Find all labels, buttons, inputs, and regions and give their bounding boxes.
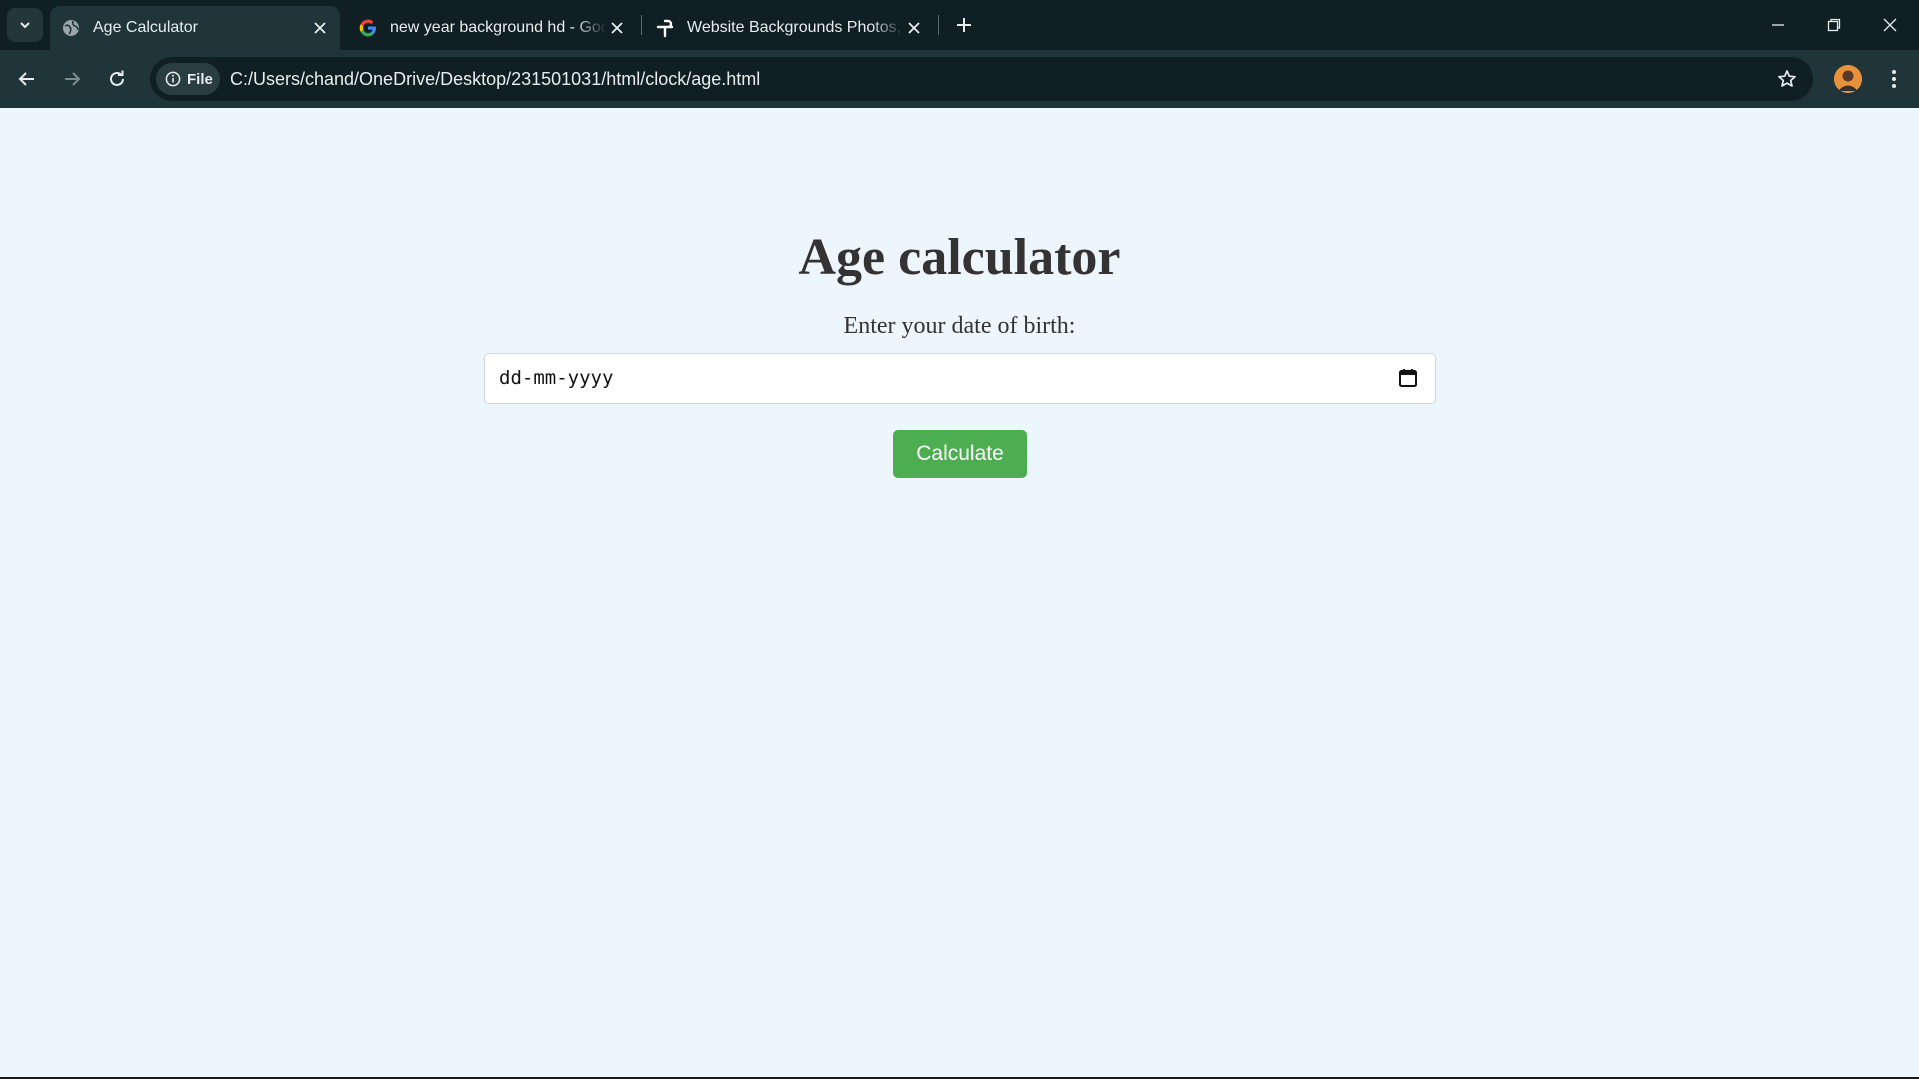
url-text[interactable]: C:/Users/chand/OneDrive/Desktop/23150103… xyxy=(230,57,760,101)
tab-separator xyxy=(938,15,939,35)
bookmark-button[interactable] xyxy=(1773,65,1801,93)
minimize-button[interactable] xyxy=(1750,0,1806,50)
date-of-birth-label: Enter your date of birth: xyxy=(843,313,1076,339)
minimize-icon xyxy=(1772,24,1784,26)
restore-button[interactable] xyxy=(1806,0,1862,50)
date-placeholder: dd-mm-yyyy xyxy=(499,367,614,389)
close-tab-icon[interactable] xyxy=(607,18,627,38)
close-icon xyxy=(1883,18,1897,32)
close-tab-icon[interactable] xyxy=(310,18,330,38)
close-window-button[interactable] xyxy=(1862,0,1918,50)
tab-age-calculator[interactable]: Age Calculator xyxy=(50,6,340,50)
tab-strip: Age Calculator new year background hd - … xyxy=(0,0,1919,50)
reload-button[interactable] xyxy=(99,61,135,97)
arrow-left-icon xyxy=(18,72,34,86)
tab-website-backgrounds[interactable]: Website Backgrounds Photos, Download xyxy=(644,6,934,50)
globe-icon xyxy=(61,18,81,38)
site-info-chip[interactable]: File xyxy=(156,63,220,95)
restore-icon xyxy=(1827,18,1841,32)
chevron-down-icon xyxy=(20,22,30,29)
new-tab-button[interactable] xyxy=(950,11,978,39)
more-vertical-icon xyxy=(1892,70,1896,88)
calculate-button[interactable]: Calculate xyxy=(893,430,1027,478)
star-icon xyxy=(1778,70,1796,87)
profile-avatar[interactable] xyxy=(1834,65,1862,93)
google-g-icon xyxy=(358,18,378,38)
tab-search-button[interactable] xyxy=(7,8,43,42)
tab-title: Website Backgrounds Photos, Download xyxy=(687,19,904,36)
page-body: Age calculator Enter your date of birth:… xyxy=(0,108,1919,1078)
avatar-icon xyxy=(1834,65,1862,93)
forward-button[interactable] xyxy=(54,61,90,97)
close-tab-icon[interactable] xyxy=(904,18,924,38)
calendar-icon[interactable] xyxy=(1397,367,1419,389)
browser-toolbar: File C:/Users/chand/OneDrive/Desktop/231… xyxy=(0,50,1919,108)
info-icon xyxy=(165,71,181,87)
date-of-birth-input[interactable]: dd-mm-yyyy xyxy=(484,353,1436,404)
tab-title: new year background hd - Google Search xyxy=(390,19,607,36)
pexels-icon xyxy=(655,18,675,38)
tab-title: Age Calculator xyxy=(93,19,198,36)
tab-separator xyxy=(641,15,642,35)
address-bar[interactable]: File C:/Users/chand/OneDrive/Desktop/231… xyxy=(150,57,1813,101)
plus-icon xyxy=(957,18,971,32)
browser-menu-button[interactable] xyxy=(1880,65,1908,93)
back-button[interactable] xyxy=(9,61,45,97)
arrow-right-icon xyxy=(65,72,81,86)
security-chip-label: File xyxy=(187,70,213,88)
page-title: Age calculator xyxy=(798,229,1121,286)
reload-icon xyxy=(110,70,124,86)
tab-google-search[interactable]: new year background hd - Google Search xyxy=(347,6,637,50)
